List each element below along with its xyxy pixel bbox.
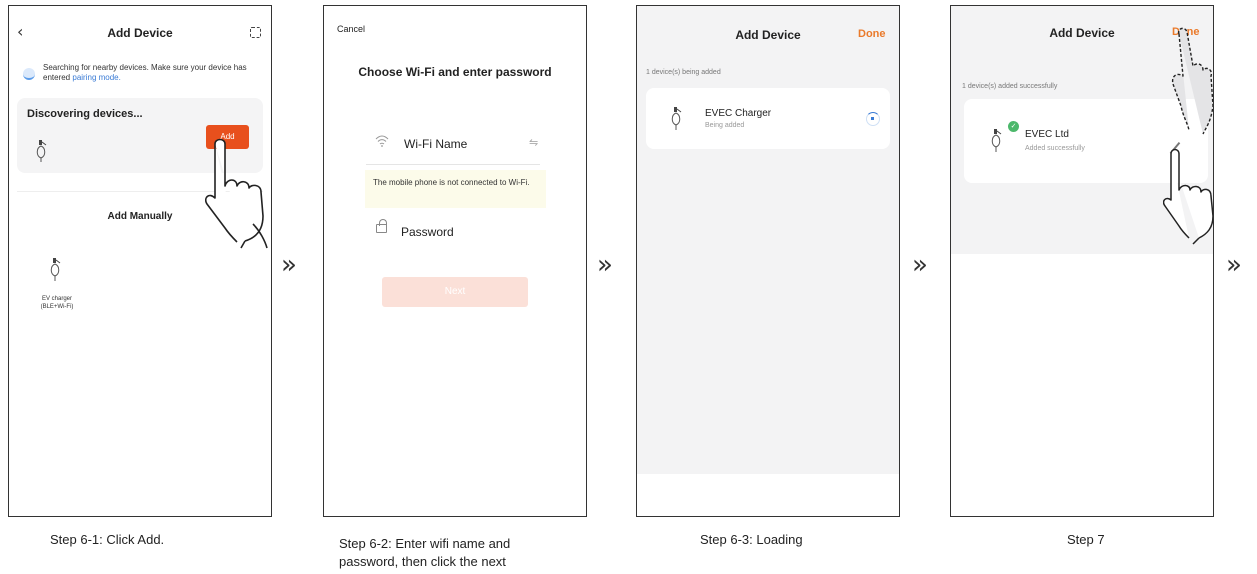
searching-message: Searching for nearby devices. Make sure … bbox=[43, 63, 265, 83]
ev-charger-label-line1: EV charger bbox=[41, 296, 72, 302]
hand-pointer-icon bbox=[205, 138, 268, 249]
cancel-button[interactable]: Cancel bbox=[337, 24, 365, 34]
device-status: Being added bbox=[705, 122, 745, 129]
ev-charger-option-label[interactable]: EV charger (BLE+Wi-Fi) bbox=[27, 295, 87, 311]
pairing-mode-link[interactable]: pairing mode. bbox=[72, 73, 120, 82]
ev-charger-label-line2: (BLE+Wi-Fi) bbox=[40, 304, 74, 310]
lock-icon bbox=[376, 219, 387, 233]
wifi-warning-text: The mobile phone is not connected to Wi-… bbox=[373, 178, 530, 187]
next-step-arrow-icon: » bbox=[597, 250, 613, 280]
next-button[interactable]: Next bbox=[382, 277, 528, 307]
step-caption: Step 6-3: Loading bbox=[700, 532, 803, 547]
ev-charger-icon bbox=[671, 107, 682, 130]
step-caption-line1: Step 6-2: Enter wifi name and bbox=[339, 536, 511, 551]
adding-status-text: 1 device(s) being added bbox=[646, 69, 721, 76]
wifi-icon bbox=[375, 135, 389, 150]
divider bbox=[366, 164, 540, 165]
page-title: Choose Wi-Fi and enter password bbox=[358, 65, 552, 79]
phone-screen-step-7: Add Device Done 1 device(s) added succes… bbox=[950, 5, 1214, 517]
hand-pointer-icon bbox=[1163, 148, 1213, 245]
wifi-name-field[interactable]: Wi-Fi Name bbox=[404, 137, 467, 151]
wifi-warning-box: The mobile phone is not connected to Wi-… bbox=[365, 170, 546, 208]
check-icon: ✓ bbox=[1008, 121, 1019, 132]
loading-spinner-icon bbox=[866, 112, 880, 126]
searching-spinner-icon bbox=[23, 68, 35, 80]
device-card: EVEC Charger Being added bbox=[646, 88, 890, 149]
done-button[interactable]: Done bbox=[858, 28, 886, 40]
next-step-arrow-icon: » bbox=[281, 250, 297, 280]
phone-screen-step-6-3: Add Device Done 1 device(s) being added … bbox=[636, 5, 900, 517]
discovering-title: Discovering devices... bbox=[27, 108, 143, 120]
ev-charger-icon bbox=[991, 129, 1002, 152]
ev-charger-icon bbox=[36, 140, 47, 162]
device-status: Added successfully bbox=[1025, 145, 1085, 152]
next-step-arrow-icon: » bbox=[1226, 250, 1242, 280]
step-caption: Step 6-1: Click Add. bbox=[50, 532, 165, 547]
scan-icon[interactable] bbox=[250, 27, 261, 38]
device-name: EVEC Ltd bbox=[1025, 129, 1069, 140]
page-title: Add Device bbox=[107, 26, 173, 40]
step-caption: Step 6-2: Enter wifi name and password, … bbox=[339, 535, 510, 571]
swap-icon[interactable]: ⇋ bbox=[529, 136, 538, 149]
phone-screen-step-6-1: ‹ Add Device Searching for nearby device… bbox=[8, 5, 272, 517]
password-field[interactable]: Password bbox=[401, 225, 454, 239]
hand-pointer-icon bbox=[1171, 27, 1213, 135]
next-step-arrow-icon: » bbox=[912, 250, 928, 280]
device-name: EVEC Charger bbox=[705, 108, 772, 119]
step-caption-line2: password, then click the next bbox=[339, 554, 506, 569]
ev-charger-icon[interactable] bbox=[47, 256, 67, 282]
phone-screen-step-6-2: Cancel Choose Wi-Fi and enter password W… bbox=[323, 5, 587, 517]
screen-background bbox=[637, 6, 899, 474]
step-caption: Step 7 bbox=[1067, 532, 1105, 547]
success-status-text: 1 device(s) added successfully bbox=[962, 83, 1058, 90]
